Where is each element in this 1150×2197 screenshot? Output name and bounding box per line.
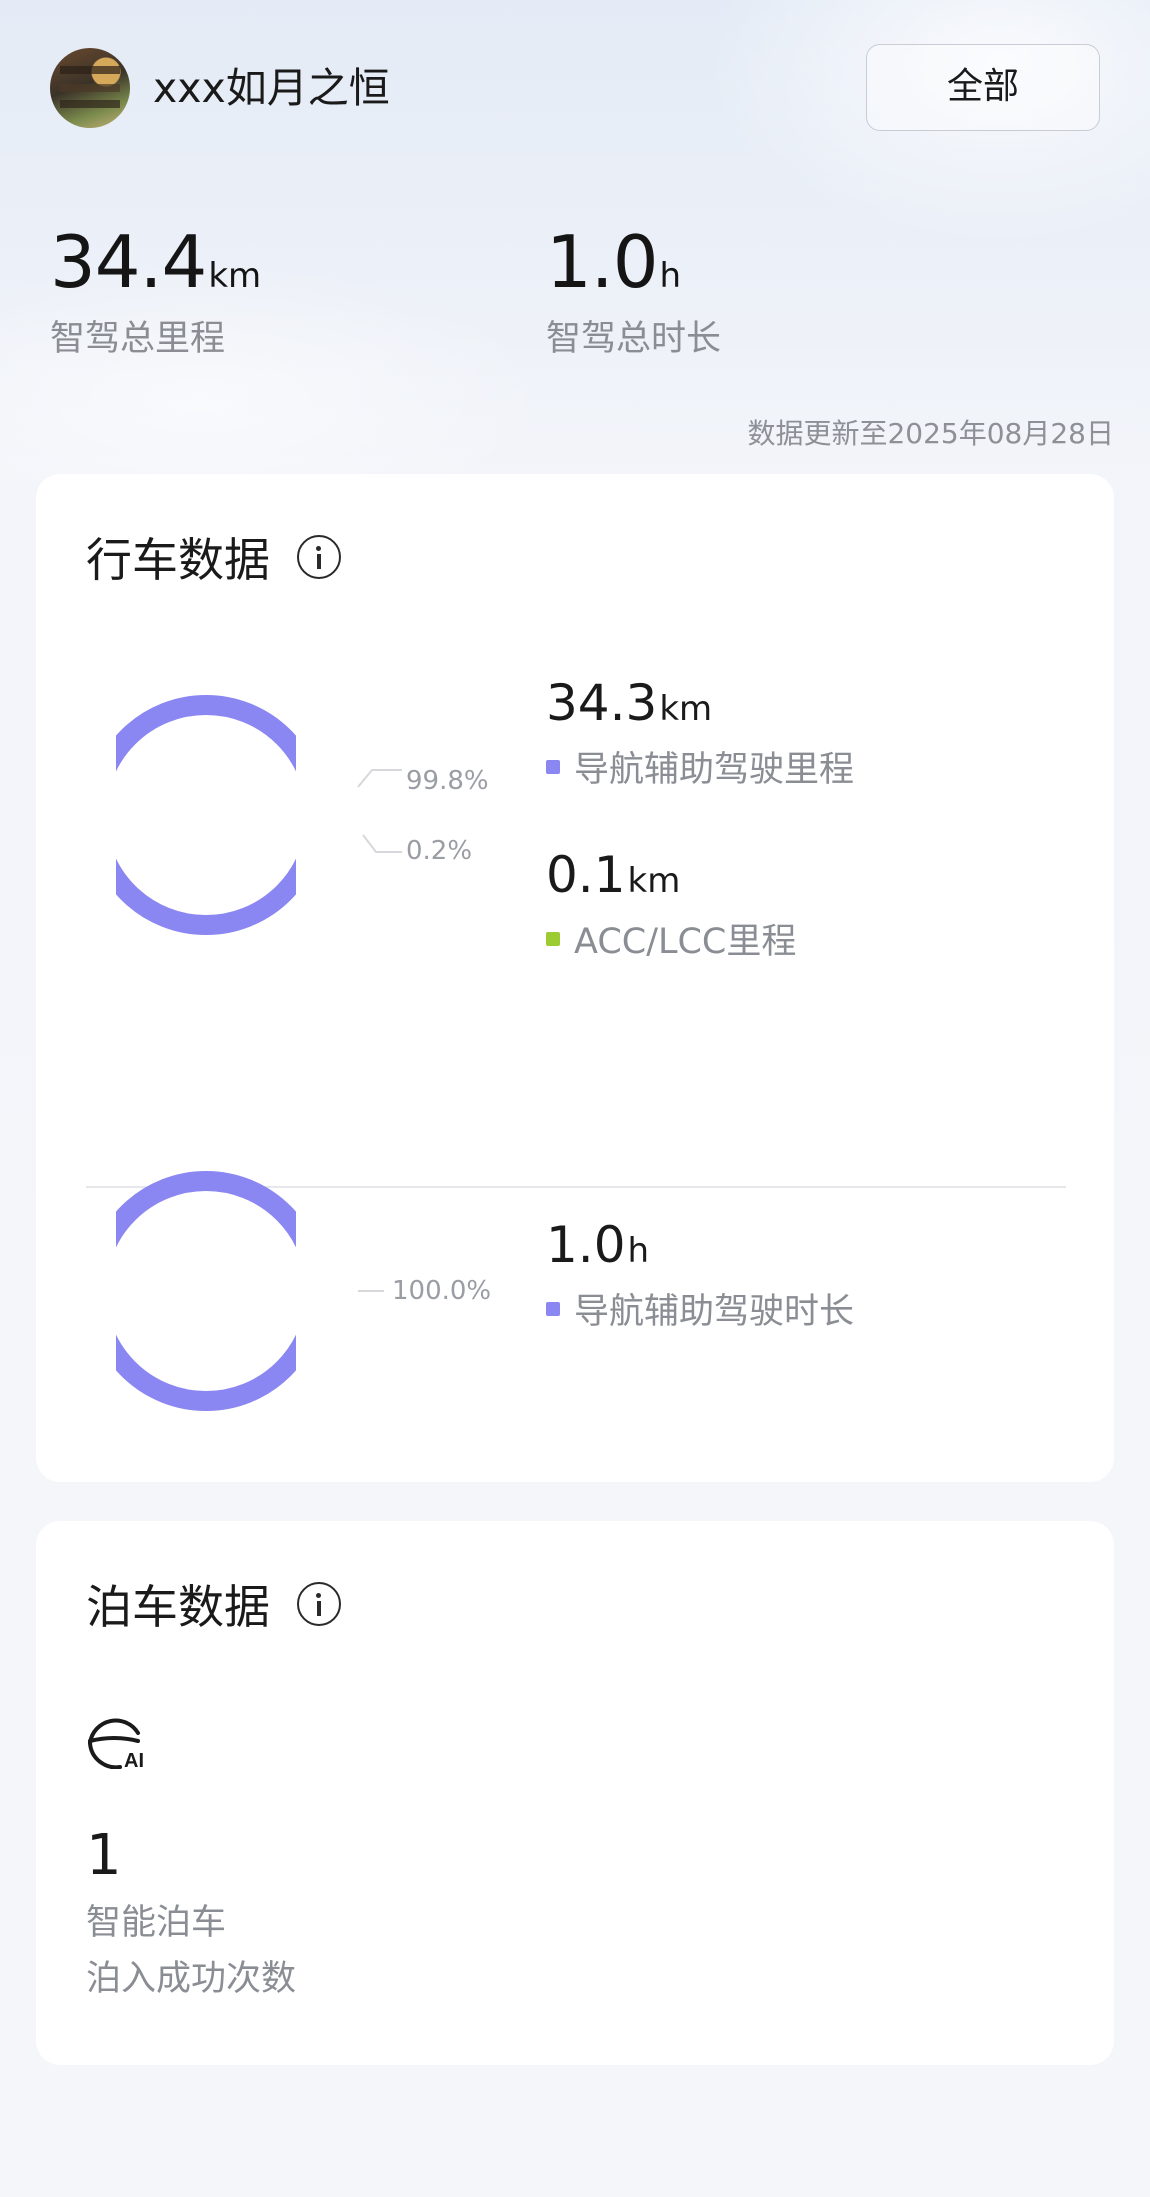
legend-swatch-acc (546, 931, 560, 946)
total-distance-unit: km (208, 256, 262, 296)
mileage-leader-line-2 (362, 834, 402, 853)
total-duration-unit: h (659, 256, 682, 296)
acc-mileage-metric: 0.1km ACC/LCC里程 (546, 845, 796, 964)
duration-navigation-segment (116, 1171, 296, 1411)
ai-parking-icon: AI (88, 1718, 144, 1769)
parking-label-line2: 泊入成功次数 (86, 1959, 297, 1999)
header: xxx如月之恒 全部 (50, 44, 1100, 134)
avatar[interactable] (50, 48, 130, 128)
navigation-duration-unit: h (627, 1231, 650, 1271)
parking-card-title: 泊车数据 (86, 1580, 270, 1634)
driving-data-card: 行车数据 99.8% 0.2% 34.3km 导航辅助驾驶里程 0.1km AC… (36, 474, 1114, 1482)
duration-donut-chart (116, 1171, 296, 1411)
mileage-pct-acc: 0.2% (406, 836, 473, 866)
legend-swatch-navigation-duration (546, 1301, 560, 1316)
parking-label-line1: 智能泊车 (86, 1903, 227, 1943)
duration-pct-navigation: 100.0% (392, 1276, 492, 1306)
legend-swatch-navigation (546, 759, 560, 774)
navigation-duration-metric: 1.0h 导航辅助驾驶时长 (546, 1215, 854, 1334)
total-duration-label: 智驾总时长 (546, 319, 722, 359)
acc-mileage-unit: km (627, 861, 681, 901)
navigation-mileage-metric: 34.3km 导航辅助驾驶里程 (546, 673, 854, 792)
update-note: 数据更新至2025年08月28日 (747, 417, 1114, 450)
navigation-mileage-label: 导航辅助驾驶里程 (574, 750, 855, 790)
total-distance-value: 34.4 (50, 220, 207, 304)
info-icon[interactable] (297, 1582, 341, 1626)
total-distance-label: 智驾总里程 (50, 319, 226, 359)
total-duration-value: 1.0 (546, 220, 659, 304)
parking-data-card: 泊车数据 AI 1 智能泊车 泊入成功次数 (36, 1521, 1114, 2065)
svg-text:AI: AI (124, 1750, 144, 1769)
total-distance-stat: 34.4km 智驾总里程 (50, 220, 261, 361)
mileage-pct-navigation: 99.8% (406, 766, 489, 796)
acc-mileage-value: 0.1 (546, 846, 626, 904)
total-duration-stat: 1.0h 智驾总时长 (546, 220, 721, 361)
acc-mileage-label: ACC/LCC里程 (574, 922, 797, 962)
navigation-duration-label: 导航辅助驾驶时长 (574, 1292, 855, 1332)
navigation-duration-value: 1.0 (546, 1216, 626, 1274)
parking-count: 1 (86, 1823, 122, 1888)
mileage-leader-line-1 (357, 769, 402, 788)
parking-label: 智能泊车 泊入成功次数 (86, 1895, 296, 2007)
navigation-mileage-value: 34.3 (546, 674, 658, 732)
navigation-mileage-unit: km (659, 689, 713, 729)
username: xxx如月之恒 (153, 64, 390, 112)
filter-all-button[interactable]: 全部 (866, 44, 1100, 131)
